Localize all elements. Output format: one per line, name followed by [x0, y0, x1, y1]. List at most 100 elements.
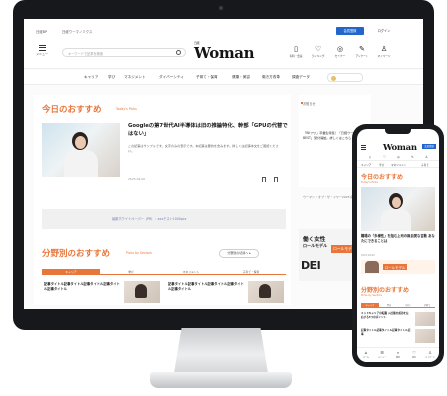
- featured-image[interactable]: [42, 123, 120, 177]
- phone-today-subtitle: Today's Picks: [361, 181, 378, 184]
- seminar-label: セミナー: [334, 55, 346, 58]
- by-field-subtitle: Picks by Sectors: [126, 251, 152, 255]
- survey-label: アンケート: [355, 55, 369, 58]
- tab-learning[interactable]: 学び: [102, 269, 160, 275]
- pr-strip[interactable]: 最新ホワイトペーパー（PR）：xxxテスト1000pcs: [42, 209, 286, 229]
- menu-label: メニュー: [377, 357, 386, 359]
- phone-by-field-title: 分野別のおすすめ: [361, 287, 410, 294]
- menu-icon[interactable]: ☰: [375, 350, 389, 355]
- imac-stand: [174, 328, 268, 373]
- featured-date: 2025.04.00: [128, 177, 146, 181]
- phone-nav-career[interactable]: キャリア: [361, 163, 371, 167]
- category-nav: キャリア 学び マネジメント ダイバーシティ 子育て・保育 健康・美容 働き方改…: [24, 70, 423, 85]
- mypage-label: マイページ: [425, 357, 435, 359]
- phone-tab-management[interactable]: マネジ: [399, 303, 417, 308]
- share-icon[interactable]: [262, 177, 266, 182]
- nav-survey-data[interactable]: 調査データ: [292, 75, 310, 80]
- featured-headline[interactable]: Googleの第7世代AI半導体は旧の推論特化、幹部「GPUの代替ではない」: [128, 123, 288, 138]
- nav-badge[interactable]: [327, 73, 363, 82]
- home-label: ホーム: [363, 357, 369, 359]
- today-title: 今日のおすすめ: [42, 105, 102, 115]
- survey-icon-button[interactable]: ✎ アンケート: [352, 46, 372, 59]
- home-icon[interactable]: ⌂: [359, 350, 373, 355]
- phone-article-card[interactable]: 記事タイトル記事タイトル記事タイトル記事: [361, 329, 435, 345]
- phone-pencil-icon[interactable]: ✎: [411, 155, 414, 159]
- phone-notch: [385, 129, 411, 134]
- breadcrumb-womanomics[interactable]: 日経ウーマノミクス: [62, 29, 92, 34]
- article-card[interactable]: 記事タイトル記事タイトル記事タイトル記事タイトル記事タイトル: [166, 281, 286, 305]
- nav-management[interactable]: マネジメント: [124, 75, 146, 80]
- phone-featured-headline[interactable]: 職場の「多様性」を阻む上司の無自覚な言動 あなたにできることは: [361, 234, 435, 244]
- phone-tab-learning[interactable]: 学び: [380, 303, 398, 308]
- search-input[interactable]: キーワードで記事を検索: [62, 48, 186, 57]
- article-card[interactable]: 記事タイトル記事タイトル記事タイトル記事タイトル記事タイトル: [42, 281, 162, 305]
- phone-premium-icon[interactable]: ▯: [369, 155, 371, 159]
- phone-featured-image[interactable]: [361, 187, 435, 231]
- phone-header: Woman 会員登録 ▯ ♡ ◎ ✎ ♙: [357, 135, 439, 161]
- phone-seminar-icon[interactable]: ◎: [397, 155, 400, 159]
- search-label: 検索: [395, 357, 400, 359]
- desktop-header: 日経BP 日経ウーマノミクス メニュー キーワードで記事を検索 日経 Woman…: [24, 19, 423, 69]
- phone-user-icon[interactable]: ♙: [425, 155, 428, 159]
- pr-strip-text: 最新ホワイトペーパー（PR）：xxxテスト1000pcs: [112, 217, 187, 221]
- phone-today-title: 今日のおすすめ: [361, 174, 404, 181]
- ad-line2: ロールモデル: [303, 243, 327, 248]
- phone-featured-date: 2025.04.00: [361, 254, 375, 257]
- tab-career[interactable]: キャリア: [42, 269, 100, 275]
- nav-workstyle[interactable]: 働き方改革: [262, 75, 280, 80]
- ad-line1: 働く女性: [303, 237, 326, 243]
- phone-register-button[interactable]: 会員登録: [422, 144, 436, 149]
- mypage-icon-button[interactable]: ♙ マイページ: [374, 46, 394, 59]
- search-icon[interactable]: ⌕: [391, 350, 405, 355]
- phone-article-image: [415, 312, 435, 326]
- badge-icon: [331, 75, 336, 81]
- nav-career[interactable]: キャリア: [84, 75, 98, 80]
- login-button[interactable]: ログイン: [372, 27, 396, 35]
- tab-management[interactable]: マネジメント: [162, 269, 220, 275]
- phone-heart-icon[interactable]: ♡: [383, 155, 386, 159]
- phone-frame: Woman 会員登録 ▯ ♡ ◎ ✎ ♙ キャリア 学び マネジメント 子育て …: [352, 124, 444, 367]
- site-logo[interactable]: 日経 Woman: [194, 41, 255, 62]
- register-button[interactable]: 会員登録: [336, 27, 364, 35]
- seminar-icon-button[interactable]: ◎ セミナー: [330, 45, 350, 59]
- phone-article-title: ミッドキャリアの転職 入社後の成功を左右する3つのポイント: [361, 312, 409, 319]
- article-card-title: 記事タイトル記事タイトル記事タイトル記事タイトル記事タイトル: [44, 282, 120, 291]
- phone-nav: キャリア 学び マネジメント 子育て: [357, 161, 439, 168]
- field-tabs: キャリア 学び マネジメント 子育て・保育: [42, 269, 286, 275]
- premium-icon-button[interactable]: ▯ 有料・会員: [286, 46, 306, 59]
- breadcrumb-nikkeibp[interactable]: 日経BP: [36, 29, 47, 34]
- phone-nav-management[interactable]: マネジメント: [391, 163, 407, 167]
- phone-tab-career[interactable]: キャリア: [361, 303, 379, 308]
- bookmark-icon[interactable]: [274, 177, 278, 182]
- nav-diversity[interactable]: ダイバーシティ: [159, 75, 184, 80]
- imac-base: [150, 372, 292, 388]
- nav-parenting[interactable]: 子育て・保育: [196, 75, 218, 80]
- phone-logo[interactable]: Woman: [383, 143, 417, 153]
- heart-icon: ♡: [314, 45, 322, 53]
- user-icon[interactable]: ♙: [423, 350, 437, 355]
- search-icon[interactable]: [176, 50, 181, 55]
- menu-button[interactable]: メニュー: [36, 44, 48, 56]
- field-switch-button[interactable]: 分野別の切替へ ▸: [219, 249, 259, 258]
- phone-nav-learning[interactable]: 学び: [379, 163, 384, 167]
- phone-article-title: 記事タイトル記事タイトル記事タイトル記事: [361, 329, 411, 336]
- phone-article-image: [415, 329, 435, 343]
- nav-health[interactable]: 健康・美容: [232, 75, 250, 80]
- by-field-title: 分野別のおすすめ: [42, 249, 111, 259]
- phone-menu-icon[interactable]: [361, 144, 366, 150]
- camera-dot: [219, 6, 223, 10]
- menu-label: メニュー: [36, 51, 49, 56]
- phone-field-tabs: キャリア 学び マネジ 子育て: [361, 303, 435, 308]
- seminar-icon: ◎: [336, 45, 344, 53]
- banner-label: ロールモデル: [383, 264, 408, 270]
- ranking-icon-button[interactable]: ♡ ランキング: [308, 45, 328, 59]
- search-placeholder: キーワードで記事を検索: [68, 51, 104, 56]
- phone-nav-parenting[interactable]: 子育て: [421, 163, 429, 167]
- tab-parenting[interactable]: 子育て・保育: [222, 269, 280, 275]
- nav-learning[interactable]: 学び: [108, 75, 115, 80]
- phone-tab-parenting[interactable]: 子育て: [418, 303, 436, 308]
- heart-icon[interactable]: ♡: [407, 350, 421, 355]
- phone-article-card[interactable]: ミッドキャリアの転職 入社後の成功を左右する3つのポイント: [361, 312, 435, 328]
- phone-banner[interactable]: ロールモデル: [361, 260, 435, 274]
- ranking-label: ランキング: [311, 55, 325, 58]
